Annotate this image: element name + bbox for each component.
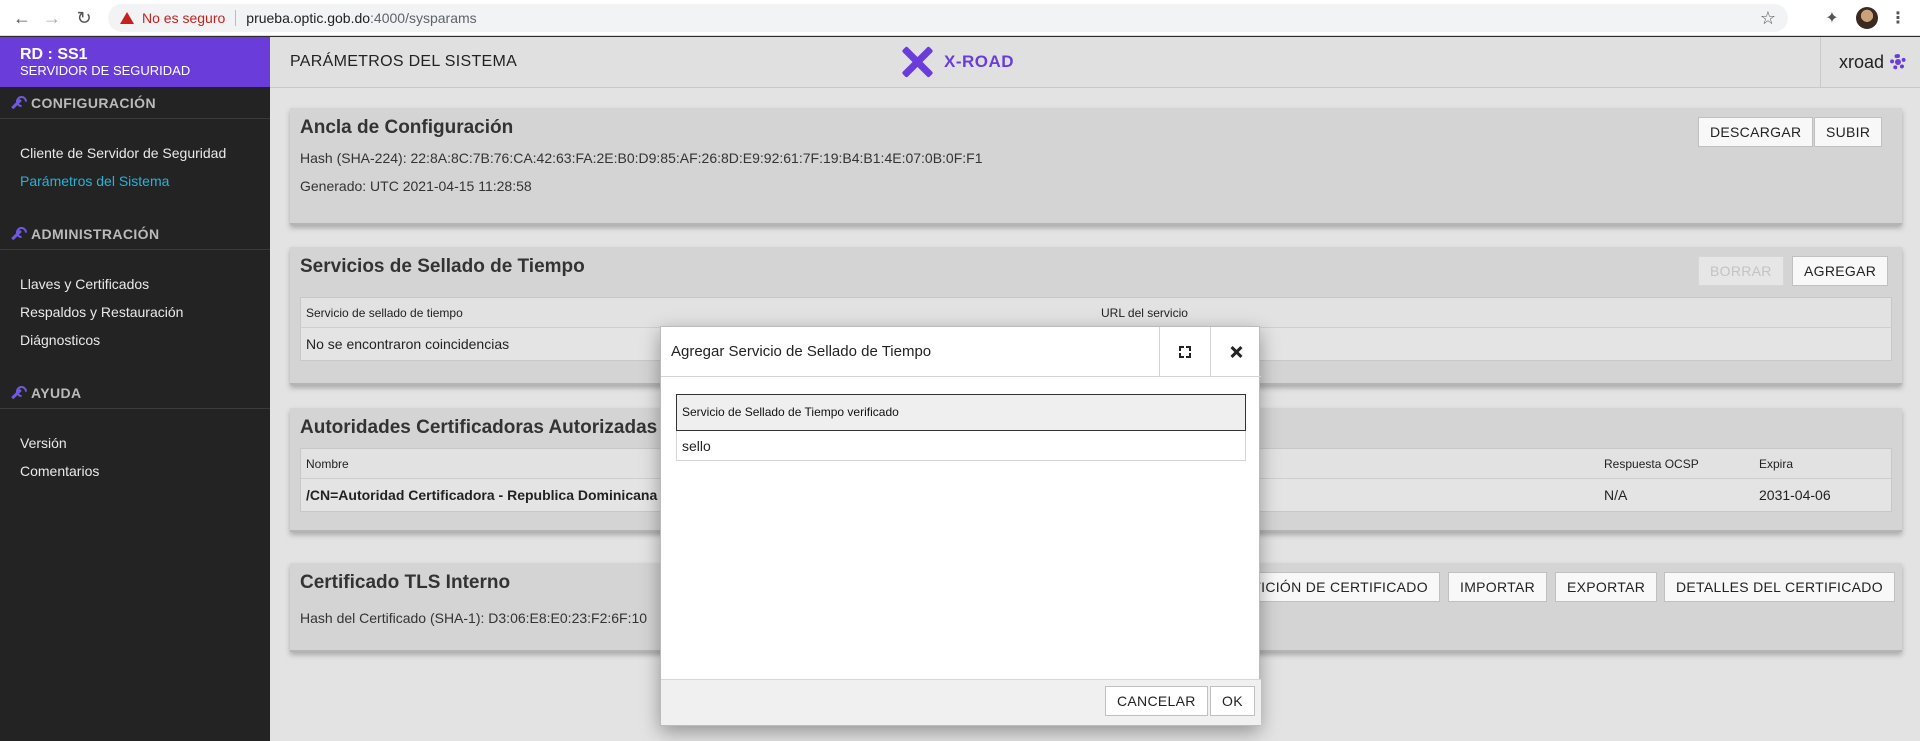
address-bar[interactable]: No es seguro prueba.optic.gob.do :4000/s… — [108, 4, 1788, 32]
url-separator — [235, 10, 237, 26]
sidebar: RD : SS1 SERVIDOR DE SEGURIDAD CONFIGURA… — [0, 37, 270, 741]
server-type: SERVIDOR DE SEGURIDAD — [20, 63, 191, 78]
sidebar-item-system-parameters[interactable]: Parámetros del Sistema — [0, 167, 270, 195]
cancel-button[interactable]: CANCELAR — [1105, 686, 1208, 716]
column-header-name[interactable]: Nombre — [306, 449, 349, 479]
page-title: PARÁMETROS DEL SISTEMA — [290, 53, 518, 70]
server-brand: RD : SS1 SERVIDOR DE SEGURIDAD — [0, 37, 270, 87]
certificate-details-button[interactable]: DETALLES DEL CERTIFICADO — [1664, 572, 1895, 602]
tls-title: Certificado TLS Interno — [300, 572, 511, 593]
upload-button[interactable]: SUBIR — [1814, 117, 1883, 147]
tls-hash: Hash del Certificado (SHA-1): D3:06:E8:E… — [300, 610, 648, 626]
column-header-ocsp[interactable]: Respuesta OCSP — [1604, 449, 1699, 479]
add-button[interactable]: AGREGAR — [1792, 256, 1889, 286]
forward-arrow-icon[interactable]: → — [40, 6, 64, 30]
sidebar-item-diagnostics[interactable]: Diágnosticos — [0, 326, 270, 354]
anchor-generated: Generado: UTC 2021-04-15 11:28:58 — [300, 178, 532, 194]
sidebar-item-backup-restore[interactable]: Respaldos y Restauración — [0, 298, 270, 326]
table-header: Servicio de sellado de tiempo URL del se… — [301, 298, 1891, 328]
url-path: :4000/sysparams — [370, 10, 477, 26]
logo-text: X-ROAD — [944, 52, 1015, 71]
anchor-title: Ancla de Configuración — [300, 117, 514, 138]
section-help: AYUDA — [0, 377, 270, 409]
export-button[interactable]: EXPORTAR — [1555, 572, 1658, 602]
approved-tsp-list: Servicio de Sellado de Tiempo verificado… — [676, 394, 1246, 461]
section-title: CONFIGURACIÓN — [31, 94, 156, 111]
url-host: prueba.optic.gob.do — [246, 10, 371, 26]
anchor-hash: Hash (SHA-224): 22:8A:8C:7B:76:CA:42:63:… — [300, 150, 983, 166]
bookmark-star-icon[interactable]: ☆ — [1760, 8, 1776, 29]
add-timestamping-dialog: Agregar Servicio de Sellado de Tiempo Se… — [660, 326, 1261, 726]
wrench-icon — [10, 387, 22, 399]
user-name: xroad — [1838, 51, 1884, 72]
xroad-logo: X-ROAD — [900, 45, 1014, 79]
close-icon — [1230, 346, 1242, 358]
browser-menu-icon[interactable]: ⋮ — [1886, 6, 1910, 30]
column-header-expires[interactable]: Expira — [1759, 449, 1793, 479]
close-button[interactable] — [1210, 327, 1260, 377]
list-header[interactable]: Servicio de Sellado de Tiempo verificado — [676, 394, 1246, 431]
timestamping-title: Servicios de Sellado de Tiempo — [300, 256, 585, 277]
section-title: ADMINISTRACIÓN — [31, 225, 160, 242]
empty-message: No se encontraron coincidencias — [306, 336, 510, 352]
dialog-footer: CANCELAR OK — [661, 679, 1261, 725]
extensions-icon[interactable]: ✦ — [1820, 6, 1844, 30]
section-title: AYUDA — [31, 384, 82, 401]
maximize-button[interactable] — [1159, 327, 1209, 377]
ca-title: Autoridades Certificadoras Autorizadas — [300, 417, 658, 438]
warning-icon — [120, 12, 134, 24]
security-warning-text: No es seguro — [142, 10, 226, 26]
profile-avatar[interactable] — [1856, 7, 1878, 29]
main-header: PARÁMETROS DEL SISTEMA X-ROAD xroad — [270, 37, 1920, 88]
sidebar-item-version[interactable]: Versión — [0, 429, 270, 457]
download-button[interactable]: DESCARGAR — [1698, 117, 1814, 147]
sidebar-item-security-server-clients[interactable]: Cliente de Servidor de Seguridad — [0, 139, 270, 167]
wrench-icon — [10, 228, 22, 240]
dialog-title: Agregar Servicio de Sellado de Tiempo — [671, 343, 932, 360]
ca-expires: 2031-04-06 — [1759, 487, 1831, 503]
section-administration: ADMINISTRACIÓN — [0, 218, 270, 250]
import-button[interactable]: IMPORTAR — [1448, 572, 1547, 602]
column-header-service[interactable]: Servicio de sellado de tiempo — [306, 298, 463, 328]
gear-icon[interactable] — [1890, 54, 1906, 70]
sidebar-item-feedback[interactable]: Comentarios — [0, 457, 270, 485]
security-warning[interactable]: No es seguro — [120, 10, 225, 26]
reload-icon[interactable]: ↻ — [72, 6, 96, 30]
wrench-icon — [10, 97, 22, 109]
ca-ocsp: N/A — [1604, 487, 1628, 503]
delete-button[interactable]: BORRAR — [1698, 256, 1784, 286]
server-id: RD : SS1 — [20, 46, 88, 63]
ca-name: /CN=Autoridad Certificadora - Republica … — [306, 487, 658, 503]
section-configuration: CONFIGURACIÓN — [0, 87, 270, 119]
anchor-panel: Ancla de Configuración Hash (SHA-224): 2… — [290, 108, 1902, 225]
dialog-header: Agregar Servicio de Sellado de Tiempo — [661, 327, 1261, 377]
sidebar-item-keys-certificates[interactable]: Llaves y Certificados — [0, 270, 270, 298]
maximize-icon — [1178, 346, 1191, 358]
user-menu[interactable]: xroad — [1820, 37, 1920, 87]
column-header-url[interactable]: URL del servicio — [1101, 298, 1188, 328]
xroad-logo-icon — [900, 45, 934, 79]
ok-button[interactable]: OK — [1210, 686, 1255, 716]
list-item[interactable]: sello — [676, 431, 1246, 461]
back-arrow-icon[interactable]: ← — [10, 6, 34, 30]
browser-toolbar: ← → ↻ No es seguro prueba.optic.gob.do :… — [0, 0, 1920, 36]
